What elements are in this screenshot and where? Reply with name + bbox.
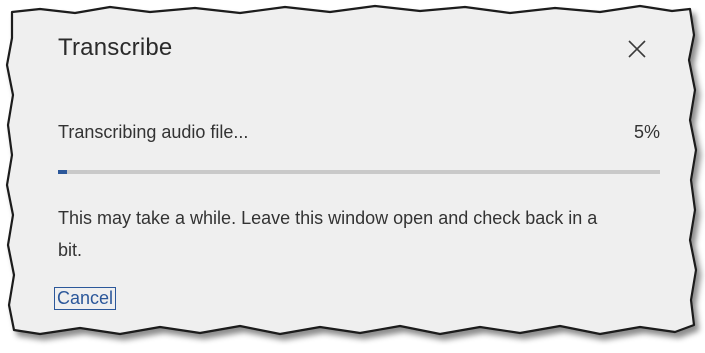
info-message: This may take a while. Leave this window…: [58, 208, 598, 260]
progress-fill: [58, 170, 68, 174]
close-icon: [628, 40, 646, 58]
status-text: Transcribing audio file...: [58, 122, 249, 142]
transcribe-dialog: Transcribe Transcribing audio file... 5%…: [30, 18, 690, 328]
status-row: Transcribing audio file... 5%: [58, 122, 660, 143]
progress-percent: 5%: [633, 122, 660, 142]
cancel-button[interactable]: Cancel: [53, 287, 117, 310]
dialog-title: Transcribe: [58, 34, 173, 61]
progress-bar: [58, 170, 660, 174]
close-button[interactable]: [622, 34, 652, 64]
